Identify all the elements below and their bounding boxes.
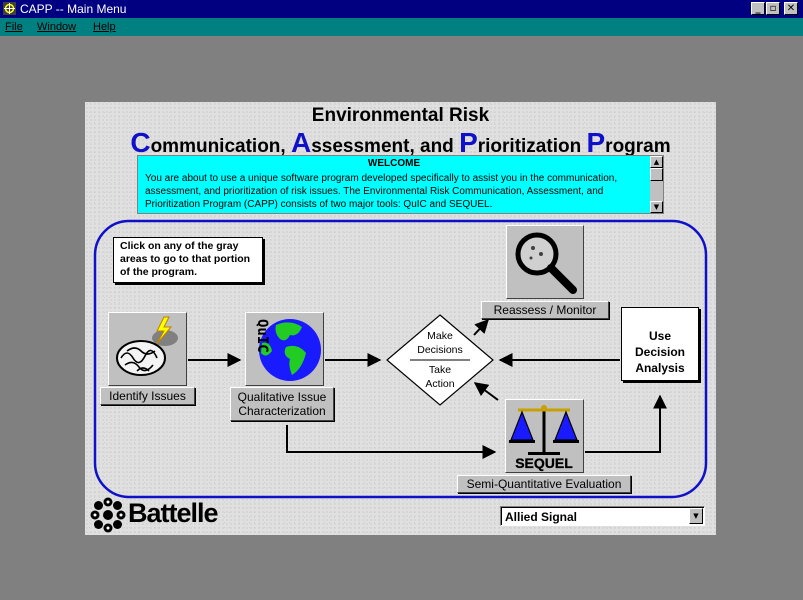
semi-quantitative-button[interactable]: Semi-Quantitative Evaluation [457,475,631,493]
battelle-logo: Battelle [90,495,235,533]
minimize-button[interactable]: _ [751,2,765,15]
decision-analysis-line1: Use [648,329,671,343]
menu-help-label: Help [93,21,116,33]
identify-issues-button[interactable]: Identify Issues [100,387,195,405]
identify-issues-label: Identify Issues [109,389,186,403]
semi-quantitative-label: Semi-Quantitative Evaluation [466,477,622,491]
decision-analysis-button[interactable]: Use Decision Analysis [621,307,699,381]
arrow-sequel-to-analysis [585,394,667,453]
instructions-note: Click on any of the gray areas to go to … [113,237,263,283]
qualitative-issue-button[interactable]: Qualitative Issue Characterization [230,387,334,421]
decision-decisions: Decisions [417,344,463,356]
main-menu-panel: Environmental Risk Communication, Assess… [85,102,716,535]
battelle-logo-text: Battelle [128,498,219,528]
reassess-icon-button[interactable] [506,225,584,299]
reassess-monitor-label: Reassess / Monitor [493,303,597,317]
arrow-sequel-to-decisions [473,382,499,401]
sponsor-select[interactable]: Allied Signal ▼ [500,506,705,526]
reassess-monitor-button[interactable]: Reassess / Monitor [481,301,609,319]
decision-analysis-line2: Decision [634,345,685,359]
decision-make: Make [427,330,453,342]
quic-globe-icon: QuIC [254,319,321,381]
decision-analysis-line3: Analysis [635,361,685,375]
chevron-down-icon[interactable]: ▼ [689,508,703,524]
menu-help[interactable]: Help [93,21,116,33]
window-titlebar[interactable]: CAPP -- Main Menu _ ▫ ✕ [0,0,803,18]
menubar: File Window Help [0,18,803,36]
arrow-quic-to-sequel [286,425,497,459]
quic-icon-text: QuIC [254,319,270,353]
magnifier-icon [515,232,577,294]
scales-icon: SEQUEL [509,405,579,471]
window-title: CAPP -- Main Menu [20,2,127,16]
decision-action: Action [425,378,455,390]
menu-window-label: Window [37,21,77,33]
menu-file[interactable]: File [5,21,23,33]
decision-take: Take [428,364,452,376]
sequel-icon-button[interactable]: SEQUEL [505,399,584,473]
sponsor-select-value: Allied Signal [505,510,578,524]
arrow-decisions-to-reassess [473,318,489,336]
close-button[interactable]: ✕ [784,2,798,15]
quic-icon-button[interactable]: QuIC [245,312,324,386]
menu-file-label: File [5,21,23,33]
sequel-icon-text: SEQUEL [515,455,573,471]
qualitative-label-line1: Qualitative Issue [237,390,327,404]
identify-issues-icon-button[interactable] [108,312,187,386]
maximize-button[interactable]: ▫ [766,2,780,15]
brain-lightning-icon [116,316,178,376]
qualitative-label-line2: Characterization [238,404,326,418]
menu-window[interactable]: Window [37,21,76,33]
battelle-logo-icon [90,497,126,533]
capp-app-icon [3,2,16,15]
